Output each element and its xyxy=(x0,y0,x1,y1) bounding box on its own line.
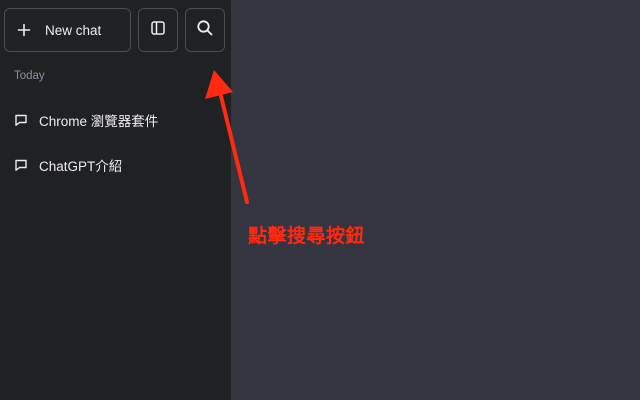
app-window: New chat Today Chrome 瀏覽器套件 ChatGPT介紹 點擊… xyxy=(0,0,640,400)
search-button[interactable] xyxy=(185,8,225,52)
plus-icon xyxy=(17,23,31,37)
sidebar-toggle-icon xyxy=(150,20,166,41)
chat-bubble-icon xyxy=(14,158,28,172)
sidebar-top-row: New chat xyxy=(4,8,225,52)
new-chat-label: New chat xyxy=(45,22,102,38)
chat-bubble-icon xyxy=(14,113,28,127)
chat-list-item[interactable]: Chrome 瀏覽器套件 xyxy=(14,110,158,130)
annotation-text: 點擊搜尋按鈕 xyxy=(248,226,366,247)
chat-item-label: ChatGPT介紹 xyxy=(39,159,123,174)
new-chat-button[interactable]: New chat xyxy=(4,8,131,52)
chat-item-label: Chrome 瀏覽器套件 xyxy=(39,114,159,129)
chat-list-item[interactable]: ChatGPT介紹 xyxy=(14,155,122,175)
sidebar: New chat Today Chrome 瀏覽器套件 ChatGPT介紹 xyxy=(0,0,231,400)
toggle-sidebar-button[interactable] xyxy=(138,8,178,52)
main-panel xyxy=(231,0,640,400)
search-icon xyxy=(196,19,214,42)
section-label-today: Today xyxy=(14,70,45,82)
